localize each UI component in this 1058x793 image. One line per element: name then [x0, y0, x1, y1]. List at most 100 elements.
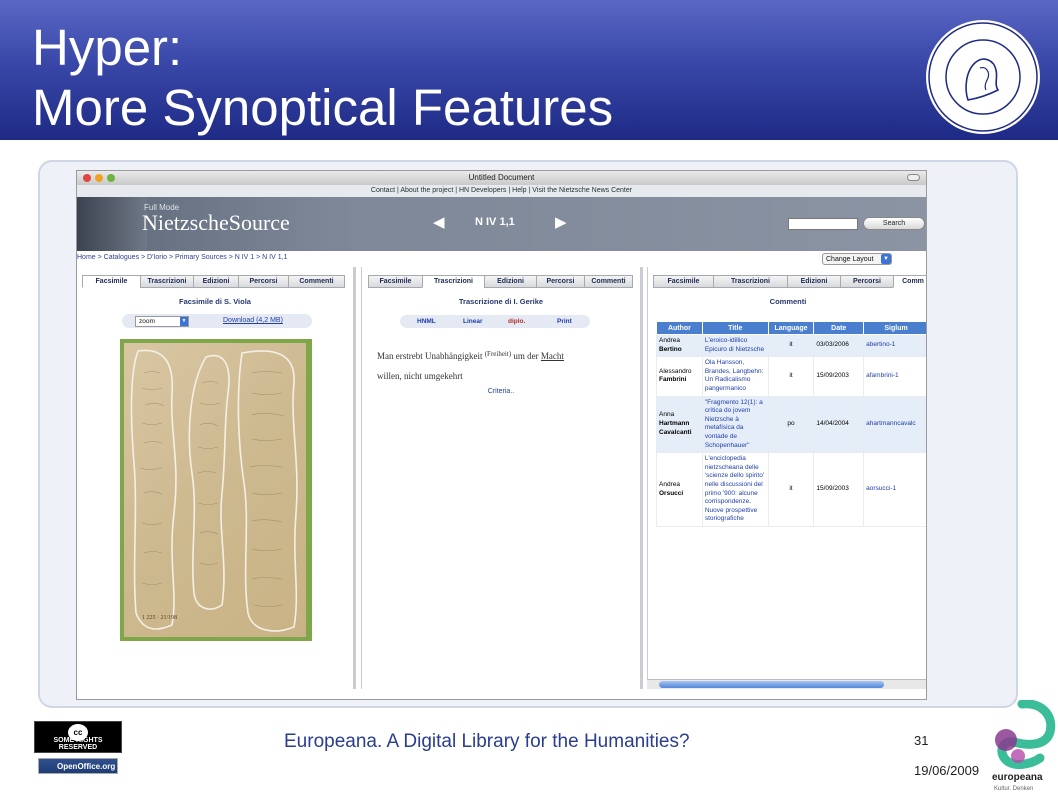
download-link[interactable]: Download (4,2 MB) [223, 317, 283, 324]
zoom-window-icon[interactable] [107, 174, 115, 182]
author-cell: Andrea Orsucci [656, 452, 703, 527]
siglum-link[interactable]: ahartmanncavalc [863, 395, 926, 454]
transcription-panel-tabs: Facsimile Trascrizioni Edizioni Percorsi… [368, 275, 633, 288]
zoom-select[interactable]: zoom ▼ [135, 316, 189, 327]
comment-title-link[interactable]: L'enciclopedia nietzscheana delle 'scien… [701, 452, 769, 527]
chevron-down-icon: ▼ [881, 254, 891, 264]
tab-edizioni[interactable]: Edizioni [193, 275, 238, 288]
column-header-author[interactable]: Author [656, 321, 703, 335]
manuscript-facsimile-image[interactable]: 1 225 · 21/198 [120, 339, 312, 641]
facsimile-panel: Facsimile Trascrizioni Edizioni Percorsi… [77, 267, 356, 689]
site-banner: Full Mode NietzscheSource ◀ N IV 1,1 ▶ S… [77, 197, 926, 251]
slide-date: 19/06/2009 [914, 763, 980, 778]
transcription-title: Trascrizione di I. Gerike [458, 297, 544, 306]
language-cell: it [767, 356, 815, 397]
siglum-link[interactable]: aorsucci-1 [863, 452, 926, 527]
table-row: Andrea Bertino L'eroico-idillico Epicuro … [656, 333, 926, 358]
siglum-link[interactable]: abertino-1 [863, 333, 926, 358]
transcription-segment: um der [513, 351, 539, 361]
comments-panel-tabs: Facsimile Trascrizioni Edizioni Percorsi… [653, 275, 926, 288]
facsimile-title: Facsimile di S. Viola [179, 297, 251, 306]
date-cell: 15/09/2003 [813, 452, 865, 527]
chevron-down-icon: ▼ [180, 317, 188, 326]
previous-page-arrow-icon[interactable]: ◀ [433, 213, 445, 231]
comment-title-link[interactable]: "Fragmento 12(1): a crítica do jovem Nie… [701, 395, 769, 454]
column-header-language[interactable]: Language [767, 321, 815, 335]
tab-edizioni[interactable]: Edizioni [484, 275, 536, 288]
slide-title-line2: More Synoptical Features [32, 79, 614, 136]
author-first-name: Alessandro [659, 367, 692, 375]
table-row: Alessandro Fambrini Ola Hansson, Brandes,… [656, 356, 926, 397]
mode-diplo-button[interactable]: diplo. [508, 318, 525, 325]
tab-percorsi[interactable]: Percorsi [840, 275, 893, 288]
author-last-name: Hartmann Cavalcanti [659, 420, 692, 436]
tab-percorsi[interactable]: Percorsi [536, 275, 584, 288]
criteria-link[interactable]: Criteria.. [362, 388, 640, 395]
transcription-underlined-word: Macht [540, 351, 564, 361]
mode-linear-button[interactable]: Linear [463, 318, 483, 325]
column-header-siglum[interactable]: Siglum [863, 321, 926, 335]
date-cell: 14/04/2004 [813, 395, 865, 454]
toolbar-toggle-button[interactable] [907, 174, 920, 181]
tab-trascrizioni[interactable]: Trascrizioni [422, 275, 484, 288]
transcription-segment: Man erstrebt Unabhängigkeit [377, 351, 483, 361]
column-header-title[interactable]: Title [701, 321, 769, 335]
slide-header: Hyper: More Synoptical Features [0, 0, 1058, 140]
comment-title-link[interactable]: Ola Hansson, Brandes, Langbehn: Un Radic… [701, 356, 769, 397]
search-button[interactable]: Search [863, 217, 925, 230]
slide-title-line1: Hyper: [32, 19, 183, 76]
tab-commenti[interactable]: Comm [893, 275, 926, 288]
minimize-window-icon[interactable] [95, 174, 103, 182]
author-first-name: Anna [659, 411, 675, 419]
comment-title-link[interactable]: L'eroico-idillico Epicuro di Nietzsche [701, 333, 769, 358]
author-last-name: Orsucci [659, 489, 684, 497]
tab-commenti[interactable]: Commenti [584, 275, 633, 288]
scrollbar-thumb[interactable] [659, 681, 884, 688]
openoffice-badge: OpenOffice.org [38, 758, 118, 774]
transcription-line-2: willen, nicht umgekehrt [377, 371, 463, 381]
europeana-tagline: Kultur. Denken [994, 786, 1033, 792]
close-window-icon[interactable] [83, 174, 91, 182]
table-row: Andrea Orsucci L'enciclopedia nietzschean… [656, 452, 926, 527]
transcription-panel: Facsimile Trascrizioni Edizioni Percorsi… [361, 267, 643, 689]
comments-panel: Facsimile Trascrizioni Edizioni Percorsi… [647, 267, 926, 689]
transcription-insertion: (Freiheit) [484, 350, 512, 358]
creative-commons-badge: cc SOME RIGHTS RESERVED [34, 721, 122, 753]
browser-window: Untitled Document Contact | About the pr… [76, 170, 927, 700]
author-cell: Alessandro Fambrini [656, 356, 703, 397]
transcription-text: Man erstrebt Unabhängigkeit (Freiheit) u… [377, 344, 637, 386]
tab-facsimile[interactable]: Facsimile [82, 275, 140, 288]
table-row: Anna Hartmann Cavalcanti "Fragmento 12(1)… [656, 395, 926, 454]
comments-title: Commenti [769, 297, 807, 306]
next-page-arrow-icon[interactable]: ▶ [555, 213, 567, 231]
column-header-date[interactable]: Date [813, 321, 865, 335]
mode-hnml-button[interactable]: HNML [417, 318, 436, 325]
window-titlebar: Untitled Document [77, 171, 926, 185]
tab-edizioni[interactable]: Edizioni [787, 275, 840, 288]
site-brand[interactable]: NietzscheSource [142, 210, 290, 236]
author-first-name: Andrea [659, 480, 680, 488]
language-cell: po [767, 395, 815, 454]
slide-title: Hyper: More Synoptical Features [32, 18, 613, 138]
mode-print-button[interactable]: Print [557, 318, 572, 325]
tab-percorsi[interactable]: Percorsi [238, 275, 288, 288]
tab-commenti[interactable]: Commenti [288, 275, 345, 288]
tab-trascrizioni[interactable]: Trascrizioni [140, 275, 193, 288]
cc-badge-text: SOME RIGHTS RESERVED [53, 737, 103, 751]
search-input[interactable] [788, 218, 858, 230]
tab-facsimile[interactable]: Facsimile [368, 275, 422, 288]
language-cell: it [767, 452, 815, 527]
top-links[interactable]: Contact | About the project | HN Develop… [77, 185, 926, 197]
nietzsche-portrait [77, 197, 147, 251]
change-layout-label: Change Layout [826, 256, 874, 263]
horizontal-scrollbar[interactable] [647, 679, 926, 689]
tab-facsimile[interactable]: Facsimile [653, 275, 713, 288]
svg-text:1 225 · 21/198: 1 225 · 21/198 [142, 615, 177, 621]
slide-number: 31 [914, 733, 929, 748]
change-layout-select[interactable]: Change Layout ▼ [822, 253, 892, 265]
tab-trascrizioni[interactable]: Trascrizioni [713, 275, 787, 288]
europeana-logo-text: europeana [992, 772, 1043, 783]
breadcrumb[interactable]: Home > Catalogues > D'Iorio > Primary So… [77, 251, 926, 265]
siglum-link[interactable]: afambrini-1 [863, 356, 926, 397]
manuscript-page: 1 225 · 21/198 [124, 343, 306, 637]
